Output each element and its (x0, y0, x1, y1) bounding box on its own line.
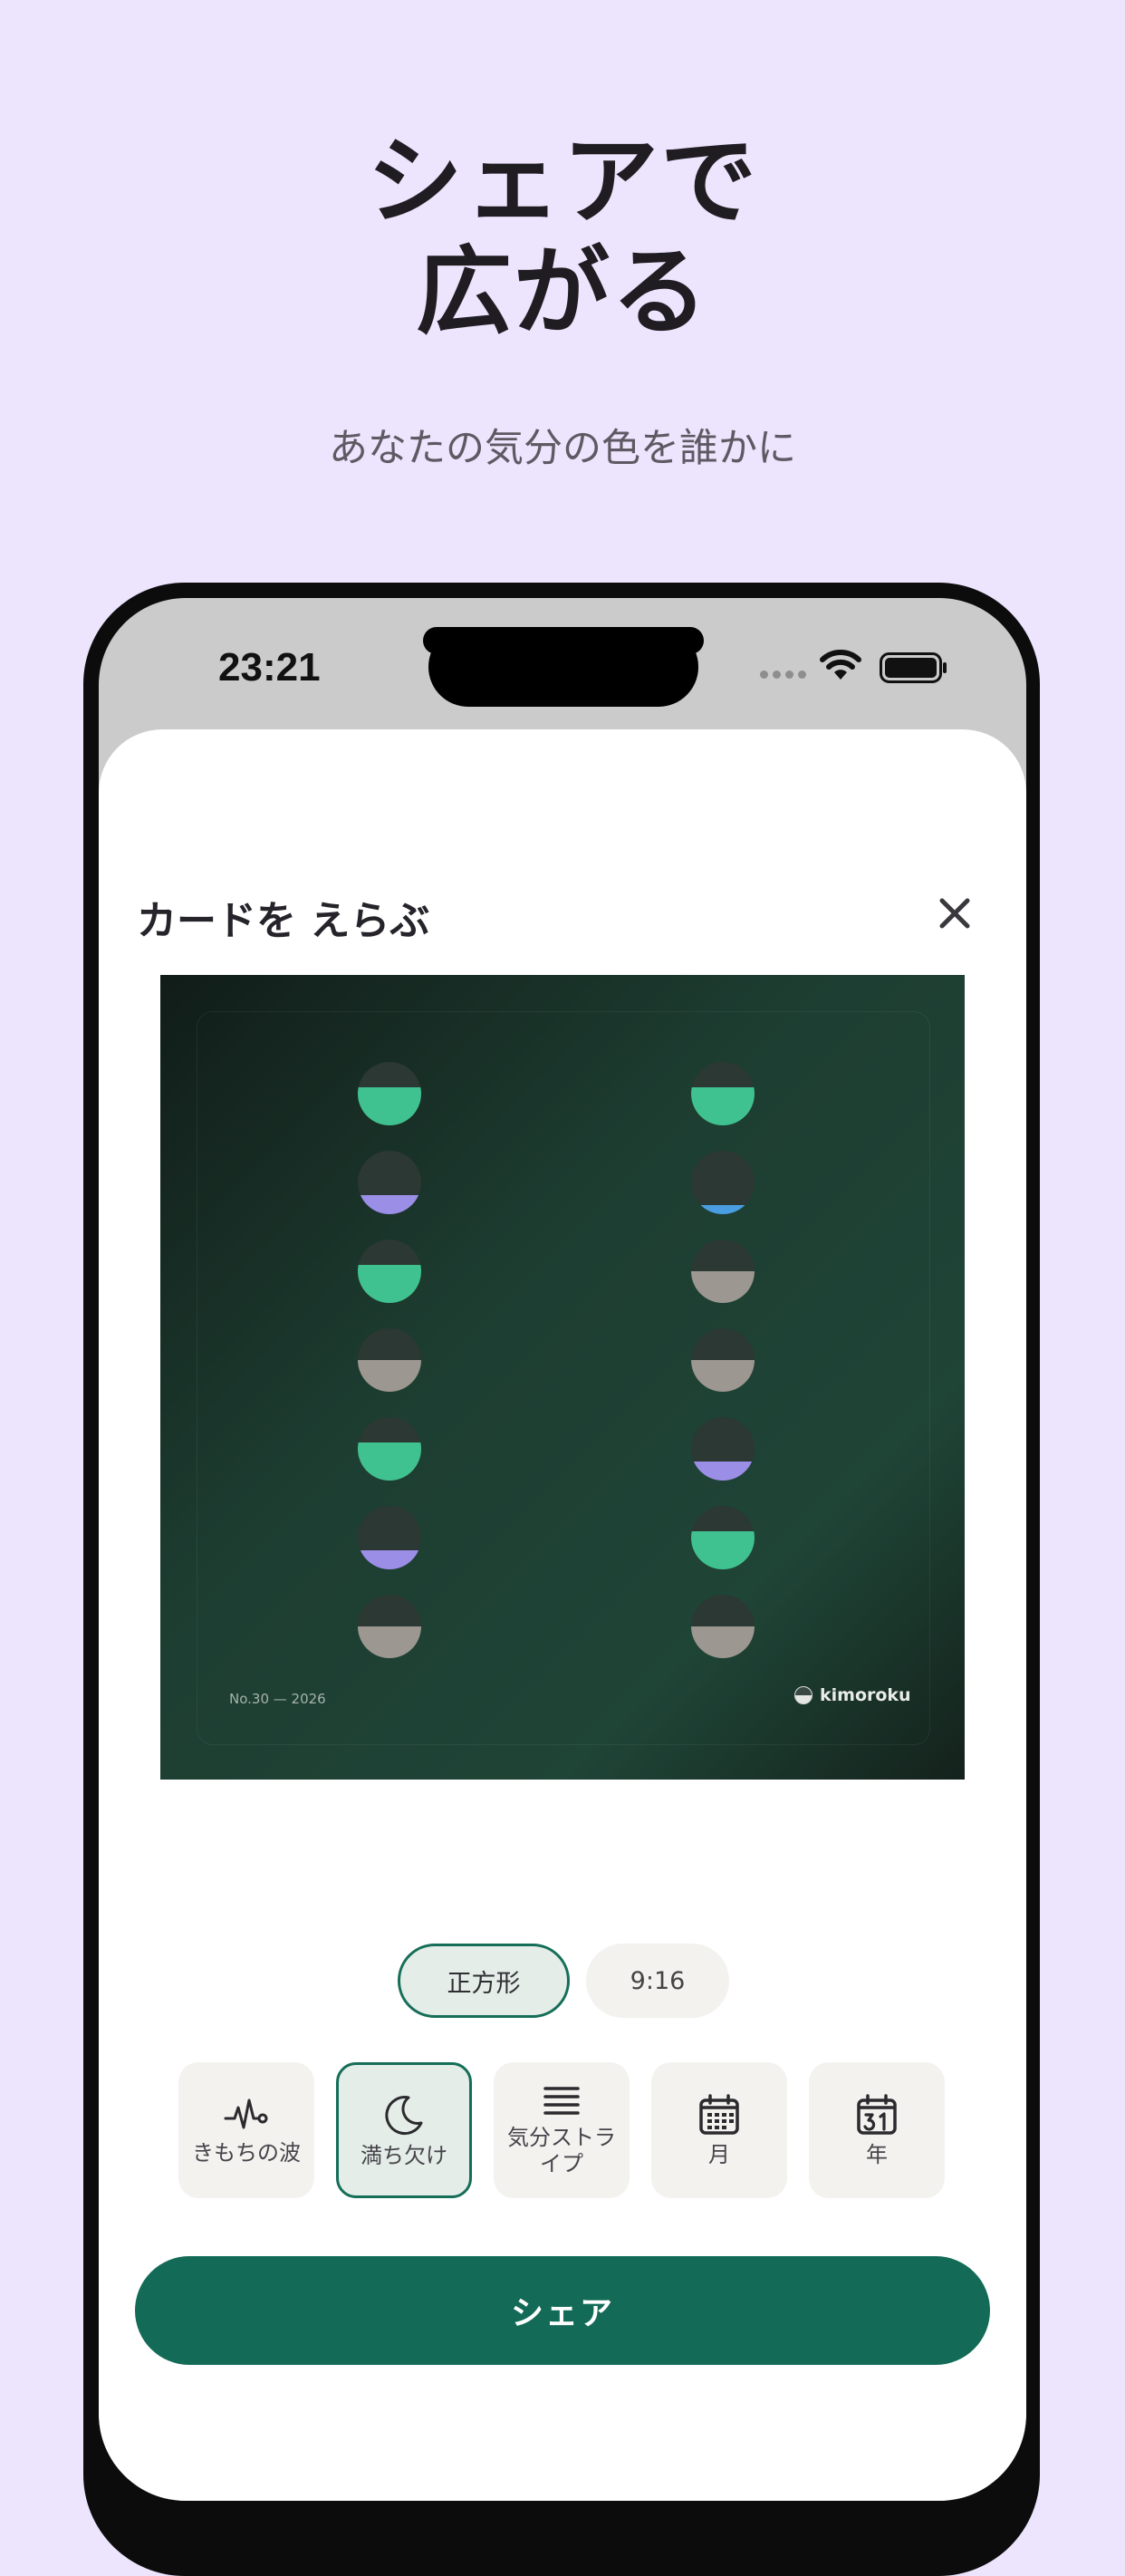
moon-fill (358, 1265, 421, 1303)
moon-fill (691, 1360, 755, 1392)
style-moon-button[interactable]: 満ち欠け (336, 2062, 472, 2198)
moon-fill (691, 1531, 755, 1569)
card-brand: kimoroku (794, 1685, 911, 1705)
moon-marker (358, 1240, 421, 1303)
style-wave-label: きもちの波 (192, 2139, 301, 2166)
moon-icon (385, 2095, 423, 2135)
format-square-button[interactable]: 正方形 (398, 1944, 570, 2018)
hero-title-line-2: 広がる (416, 236, 709, 348)
style-wave-button[interactable]: きもちの波 (178, 2062, 314, 2198)
moon-fill (691, 1271, 755, 1303)
moon-fill (358, 1626, 421, 1658)
moon-fill (358, 1442, 421, 1481)
style-year-button[interactable]: 年 (809, 2062, 945, 2198)
hero-subtitle: あなたの気分の色を誰かに (329, 426, 796, 471)
style-stripes-button[interactable]: 気分ストラ イプ (494, 2062, 630, 2198)
moon-marker (691, 1417, 755, 1481)
close-button[interactable] (932, 891, 977, 936)
brand-logo-icon (794, 1686, 812, 1704)
signal-dots-icon (760, 671, 806, 679)
status-time: 23:21 (218, 645, 321, 690)
style-month-button[interactable]: 月 (651, 2062, 787, 2198)
format-9-16-button[interactable]: 9:16 (586, 1944, 729, 2018)
moon-fill (358, 1360, 421, 1392)
card-issue-label: No.30 — 2026 (229, 1691, 326, 1707)
moon-marker (691, 1062, 755, 1125)
phone-screen: 23:21 カードを えらぶ No.30 — 2026 kimoroku 正方形 (99, 598, 1026, 2501)
sheet-title: カードを えらぶ (137, 898, 430, 944)
moon-marker (358, 1506, 421, 1569)
moon-marker (358, 1151, 421, 1214)
hero-title: シェアで 広がる (0, 127, 1125, 348)
moon-marker (358, 1417, 421, 1481)
hero-title-line-1: シェアで (367, 126, 758, 237)
moon-fill (358, 1087, 421, 1125)
close-icon (939, 898, 970, 929)
moon-fill (691, 1204, 755, 1214)
moon-fill (691, 1626, 755, 1658)
moon-marker (691, 1595, 755, 1658)
style-month-label: 月 (708, 2141, 730, 2167)
moon-marker (691, 1151, 755, 1214)
moon-fill (358, 1550, 421, 1569)
battery-icon (880, 652, 947, 683)
stripes-icon (543, 2087, 580, 2115)
moon-marker (358, 1062, 421, 1125)
moon-marker (358, 1328, 421, 1392)
card-brand-label: kimoroku (820, 1685, 911, 1705)
style-year-label: 年 (866, 2141, 888, 2167)
moon-marker (358, 1595, 421, 1658)
style-stripes-label: 気分ストラ イプ (507, 2125, 616, 2176)
moon-fill (358, 1195, 421, 1214)
style-moon-label: 満ち欠け (361, 2142, 447, 2168)
calendar-31-icon (857, 2093, 897, 2135)
moon-marker (691, 1506, 755, 1569)
wifi-icon (820, 650, 861, 680)
share-button[interactable]: シェア (135, 2256, 990, 2365)
moon-marker (691, 1240, 755, 1303)
card-preview: No.30 — 2026 kimoroku (160, 975, 965, 1780)
moon-marker (691, 1328, 755, 1392)
card-inner-frame (197, 1011, 930, 1745)
heartbeat-wave-icon (224, 2098, 268, 2128)
moon-fill (691, 1087, 755, 1125)
dynamic-island-top (423, 627, 704, 654)
calendar-grid-icon (699, 2093, 739, 2135)
moon-fill (691, 1462, 755, 1481)
card-picker-sheet: カードを えらぶ No.30 — 2026 kimoroku 正方形 9:16 … (99, 729, 1026, 2501)
